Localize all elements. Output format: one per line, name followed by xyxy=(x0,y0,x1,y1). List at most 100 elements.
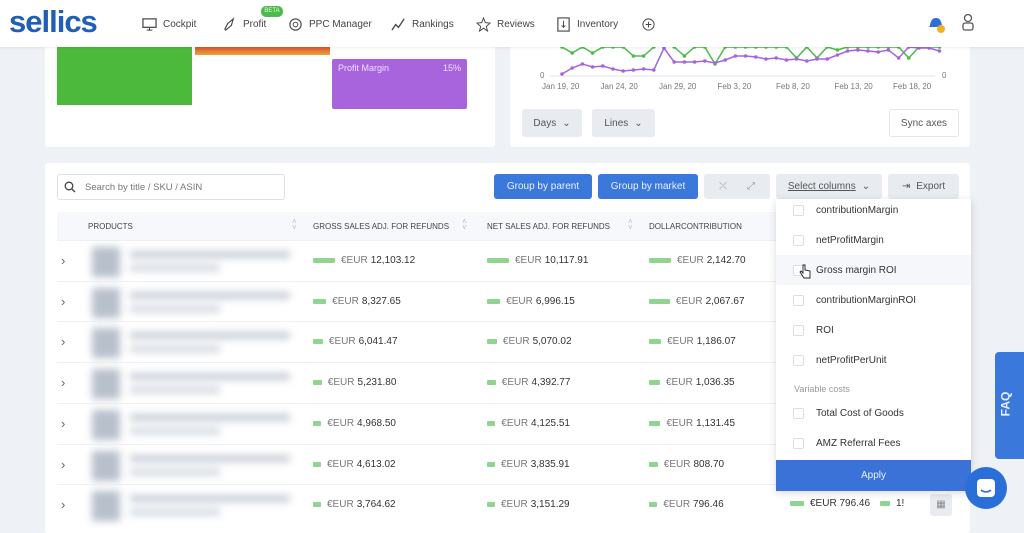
nav-rankings[interactable]: Rankings xyxy=(391,17,454,32)
value-bar xyxy=(313,461,321,467)
expand-row-chevron-icon[interactable]: › xyxy=(61,497,65,512)
column-option[interactable]: contributionMargin xyxy=(776,195,971,225)
data-point xyxy=(631,68,636,72)
checkbox[interactable] xyxy=(793,204,804,216)
nav-inventory[interactable]: Inventory xyxy=(556,17,618,32)
column-option[interactable]: netProfitPerUnit xyxy=(776,345,971,375)
expand-icon[interactable]: ⤢ xyxy=(747,181,755,192)
product-thumbnail-blurred[interactable] xyxy=(92,247,302,277)
data-point xyxy=(580,62,585,66)
table-row[interactable]: › €EUR 8,327.65 €EUR 6,996.15 €EUR 2,067.67 xyxy=(57,280,777,322)
chart-card: 0 0 Jan 19, 20 Jan 24, 20 Jan 29, 20 Feb 3,… xyxy=(510,40,970,147)
sort-icon[interactable]: ˄ ˅ xyxy=(292,218,297,232)
x-tick-label: Jan 29, 20 xyxy=(659,82,697,91)
extra-cell-partial: 1! xyxy=(880,498,904,509)
checkbox[interactable] xyxy=(793,437,804,449)
x-tick-label: Feb 8, 20 xyxy=(776,82,810,91)
data-point xyxy=(641,54,646,58)
sellics-logo[interactable]: sellics xyxy=(9,4,98,40)
cell-gross: €EUR 4,968.50 xyxy=(313,418,396,429)
target-icon xyxy=(289,18,302,31)
table-row[interactable]: › €EUR 3,764.62 €EUR 3,151.29 €EUR 796.46 xyxy=(57,484,777,525)
expand-row-chevron-icon[interactable]: › xyxy=(61,375,65,390)
notification-bell-icon[interactable] xyxy=(926,12,946,34)
profit-margin-block[interactable]: Profit Margin 15% xyxy=(332,59,467,109)
sort-icon[interactable]: ˄ ˅ xyxy=(462,218,467,232)
user-icon[interactable] xyxy=(961,13,975,31)
column-header-dollar-contribution[interactable]: Dollarcontribution xyxy=(649,222,742,231)
sort-icon[interactable]: ˄ ˅ xyxy=(628,218,633,232)
cell-dollar: €EUR 808.70 xyxy=(649,459,724,470)
product-thumbnail-blurred[interactable] xyxy=(92,491,302,522)
chevron-down-icon: ⌄ xyxy=(562,117,571,129)
expand-collapse-buttons: ⤫ ⤢ xyxy=(704,174,770,199)
value-bar xyxy=(649,461,658,467)
expand-row-chevron-icon[interactable]: › xyxy=(61,294,65,309)
cell-gross: €EUR 8,327.65 xyxy=(313,296,401,307)
cursor-hand-icon xyxy=(799,264,811,279)
group-by-market-button[interactable]: Group by market xyxy=(598,174,698,199)
chat-button[interactable] xyxy=(965,467,1007,509)
column-option[interactable]: Total Cost of Goods xyxy=(776,398,971,428)
product-thumbnail-blurred[interactable] xyxy=(92,369,302,400)
faq-tab[interactable]: FAQ xyxy=(995,352,1024,459)
column-option[interactable]: netProfitMargin xyxy=(776,225,971,255)
checkbox[interactable] xyxy=(793,354,804,366)
group-by-parent-button[interactable]: Group by parent xyxy=(494,174,592,199)
column-option[interactable]: ROI xyxy=(776,315,971,345)
nav-cockpit[interactable]: Cockpit xyxy=(142,17,196,32)
data-point xyxy=(621,69,625,73)
collapse-icon[interactable]: ⤫ xyxy=(719,181,727,192)
data-point xyxy=(682,60,687,64)
column-header-products[interactable]: Products xyxy=(88,222,133,231)
search-icon xyxy=(64,181,76,193)
product-thumbnail-blurred[interactable] xyxy=(92,328,302,359)
add-nav-button[interactable] xyxy=(641,17,656,32)
product-thumbnail-blurred[interactable] xyxy=(92,287,302,318)
cell-net: €EUR 3,835.91 xyxy=(487,459,570,470)
apply-button[interactable]: Apply xyxy=(776,460,971,491)
nav-ppc-manager[interactable]: PPC Manager xyxy=(288,17,372,32)
checkbox[interactable] xyxy=(793,234,804,246)
expand-row-chevron-icon[interactable]: › xyxy=(61,253,65,268)
table-row[interactable]: › €EUR 5,231.80 €EUR 4,392.77 €EUR 1,036.35 xyxy=(57,362,777,403)
value-bar xyxy=(649,420,661,426)
column-header-gross-sales[interactable]: Gross sales adj. for refunds xyxy=(313,222,449,231)
select-columns-dropdown: contributionMargin netProfitMargin Gross m… xyxy=(776,199,971,491)
value-bar xyxy=(313,380,322,386)
checkbox[interactable] xyxy=(793,324,804,336)
data-point xyxy=(825,57,829,61)
column-option[interactable]: contributionMarginROI xyxy=(776,285,971,315)
days-dropdown[interactable]: Days ⌄ xyxy=(522,109,582,137)
expand-row-chevron-icon[interactable]: › xyxy=(61,334,65,349)
cell-net: €EUR 4,125.51 xyxy=(487,418,570,429)
column-header-net-sales[interactable]: Net sales adj. for refunds xyxy=(487,222,610,231)
table-row[interactable]: › €EUR 4,613.02 €EUR 3,835.91 €EUR 808.70 xyxy=(57,443,777,485)
monitor-icon xyxy=(142,18,157,31)
cell-dollar: €EUR 2,067.67 xyxy=(649,296,745,307)
value-bar xyxy=(313,502,321,508)
expand-row-chevron-icon[interactable]: › xyxy=(61,416,65,431)
nav-profit[interactable]: Profit xyxy=(222,17,266,32)
checkbox[interactable] xyxy=(793,294,804,306)
chat-icon xyxy=(977,479,995,497)
data-point xyxy=(886,48,891,52)
data-point xyxy=(641,67,646,71)
checkbox[interactable] xyxy=(793,407,804,419)
lines-dropdown[interactable]: Lines ⌄ xyxy=(592,109,655,137)
expand-row-chevron-icon[interactable]: › xyxy=(61,457,65,472)
table-row[interactable]: › €EUR 6,041.47 €EUR 5,070.02 €EUR 1,186.07 xyxy=(57,321,777,362)
product-thumbnail-blurred[interactable] xyxy=(92,409,302,440)
table-row[interactable]: › €EUR 4,968.50 €EUR 4,125.51 €EUR 1,131.45 xyxy=(57,402,777,444)
sync-axes-button[interactable]: Sync axes xyxy=(889,109,959,137)
column-option[interactable]: AMZ Referral Fees xyxy=(776,428,971,458)
data-point xyxy=(805,59,809,63)
cell-net: €EUR 10,117.91 xyxy=(487,255,588,266)
data-point xyxy=(774,56,778,60)
calculator-icon[interactable]: ▦ xyxy=(930,494,952,516)
table-row[interactable]: › €EUR 12,103.12 €EUR 10,117.91 €EUR 2,142.70 xyxy=(57,240,777,281)
product-thumbnail-blurred[interactable] xyxy=(92,450,302,481)
nav-reviews[interactable]: Reviews xyxy=(476,17,535,32)
export-icon: ⇥ xyxy=(901,181,911,192)
search-input[interactable]: Search by title / SKU / ASIN xyxy=(57,174,285,200)
